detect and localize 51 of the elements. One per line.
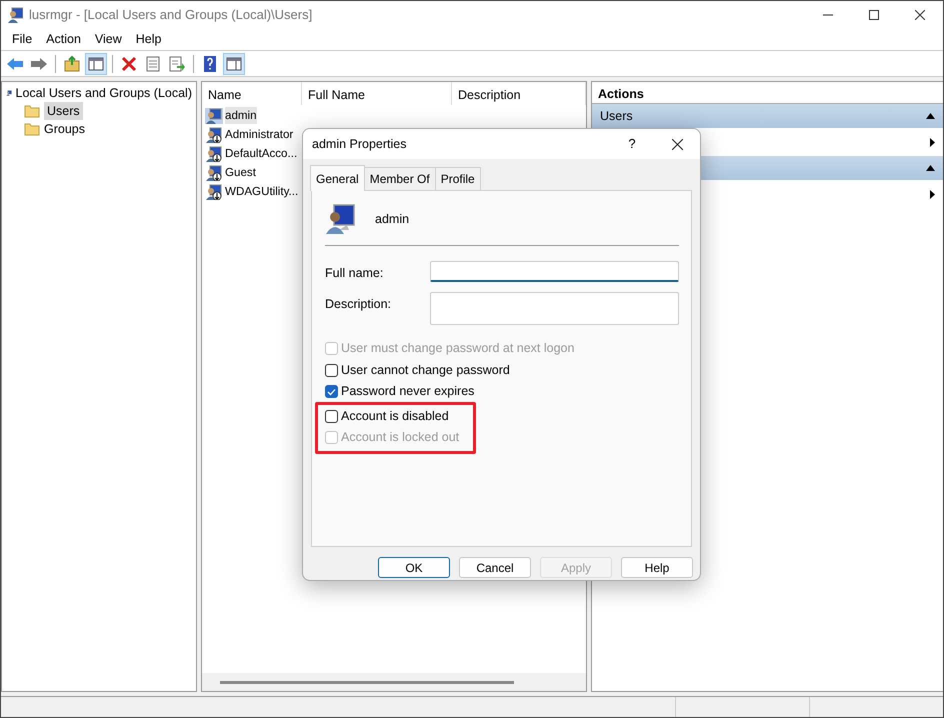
column-header[interactable]: Name [202,82,302,105]
collapse-icon [926,113,935,119]
action-pane-button[interactable] [223,52,245,74]
tab[interactable]: Profile [434,167,481,190]
menu-item[interactable]: Help [128,30,168,49]
user-name: admin [375,210,410,228]
input-field[interactable] [430,292,679,325]
user-name[interactable]: Guest [225,164,256,182]
user-name[interactable]: Administrator [225,126,294,144]
collapse-icon [926,165,935,171]
tree-item[interactable]: Users [44,102,83,120]
field-label: Description: [325,296,392,313]
checkbox-label: Account is locked out [341,429,460,446]
horizontal-scrollbar[interactable] [202,673,586,691]
user-icon [325,203,357,235]
tree-item[interactable]: Groups [44,120,85,138]
column-header[interactable]: Full Name [302,82,452,105]
folder-icon [24,103,40,119]
checkbox[interactable] [325,364,338,376]
field-label: Full name: [325,265,384,282]
expand-arrow-icon[interactable] [930,190,935,198]
maximize-icon[interactable] [869,10,879,20]
dialog-title: admin Properties [312,136,406,153]
checkbox-label: Account is disabled [341,408,449,425]
menu-item[interactable]: File [5,30,40,49]
user-name[interactable]: DefaultAcco... [225,144,298,162]
dialog-button[interactable]: Cancel [459,557,531,578]
folder-icon [24,121,40,137]
checkbox[interactable] [325,385,338,398]
expand-arrow-icon[interactable] [930,138,935,146]
checkbox-label: User must change password at next logon [341,340,574,358]
dialog-button[interactable]: Help [621,557,693,578]
tree-pane-button[interactable] [85,52,107,74]
app-icon [7,7,23,23]
tree-item[interactable]: Local Users and Groups (Local) [16,84,192,102]
user-name[interactable]: WDAGUtility... [225,182,298,200]
actions-section-header[interactable]: Users [592,104,943,128]
section-title: Users [600,108,633,125]
input-field[interactable] [430,261,679,282]
menu-item[interactable]: Action [39,30,88,49]
help-button[interactable]: ? [610,133,654,155]
checkbox-label: User cannot change password [341,362,510,379]
dialog-button[interactable]: OK [378,557,450,578]
menu-item[interactable]: View [88,30,129,49]
user-name[interactable]: admin [225,106,257,124]
window-title: lusrmgr - [Local Users and Groups (Local)\Users] [29,6,312,24]
tab[interactable]: General [310,165,365,191]
checkbox-label: Password never expires [341,383,474,400]
close-icon[interactable] [915,10,925,20]
close-icon[interactable] [672,138,682,150]
column-header[interactable]: Description [452,82,586,105]
